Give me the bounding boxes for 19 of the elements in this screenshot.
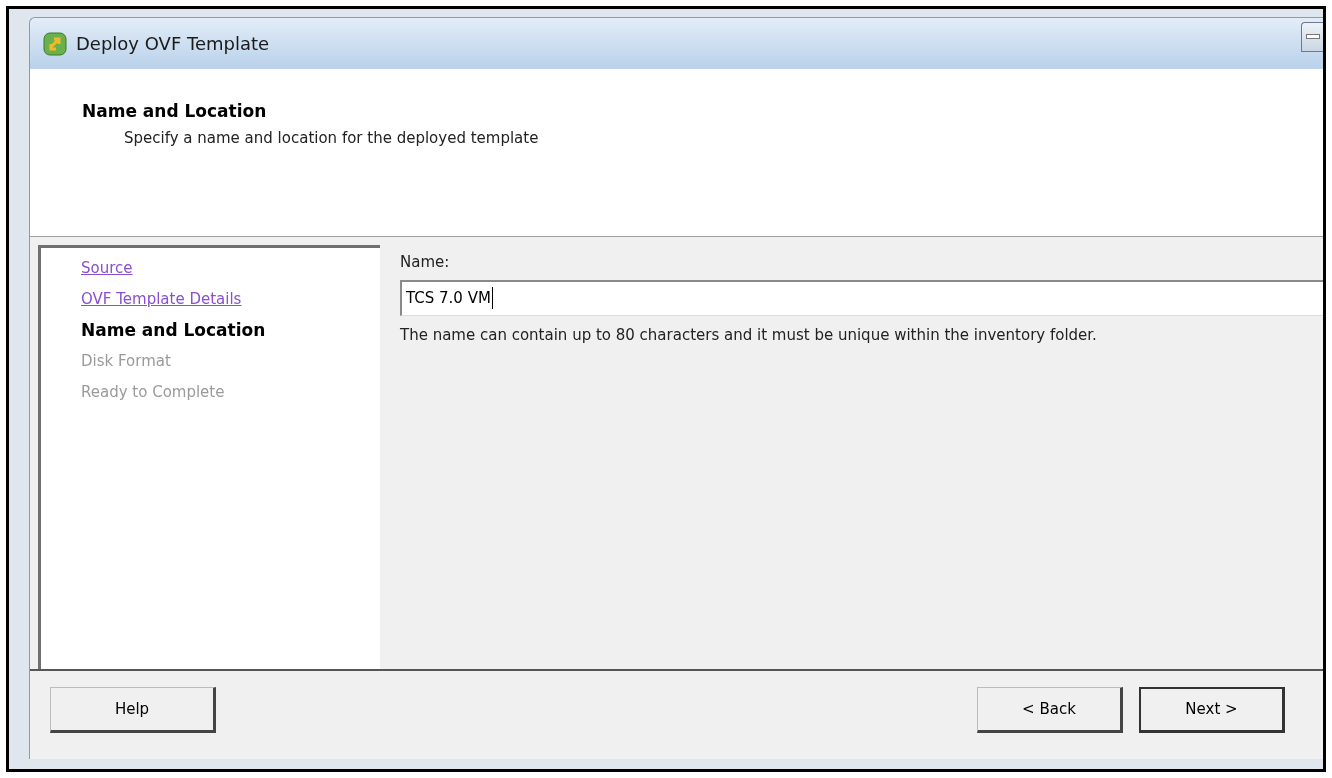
name-input[interactable]: TCS 7.0 VM [400, 279, 1323, 316]
header-title: Name and Location [82, 100, 268, 123]
back-button[interactable]: < Back [977, 687, 1123, 733]
name-label: Name: [400, 252, 451, 273]
step-link[interactable]: Source [81, 254, 133, 282]
text-cursor [491, 287, 493, 309]
name-hint: The name can contain up to 80 characters and it must be unique within the inventory folder. [400, 324, 1098, 346]
minimize-icon [1306, 34, 1320, 39]
help-button[interactable]: Help [50, 687, 216, 733]
window-title: Deploy OVF Template [76, 32, 270, 56]
app-icon [42, 30, 68, 57]
input-value: TCS 7.0 VM [406, 287, 491, 309]
next-button[interactable]: Next > [1139, 687, 1285, 733]
step-item: Name and Location [81, 319, 266, 342]
header-subtitle: Specify a name and location for the deployed template [123, 127, 540, 149]
minimize-button[interactable] [1301, 21, 1323, 52]
step-link[interactable]: OVF Template Details [81, 285, 242, 313]
step-item: Disk Format [81, 351, 171, 372]
step-item: Ready to Complete [81, 382, 225, 403]
